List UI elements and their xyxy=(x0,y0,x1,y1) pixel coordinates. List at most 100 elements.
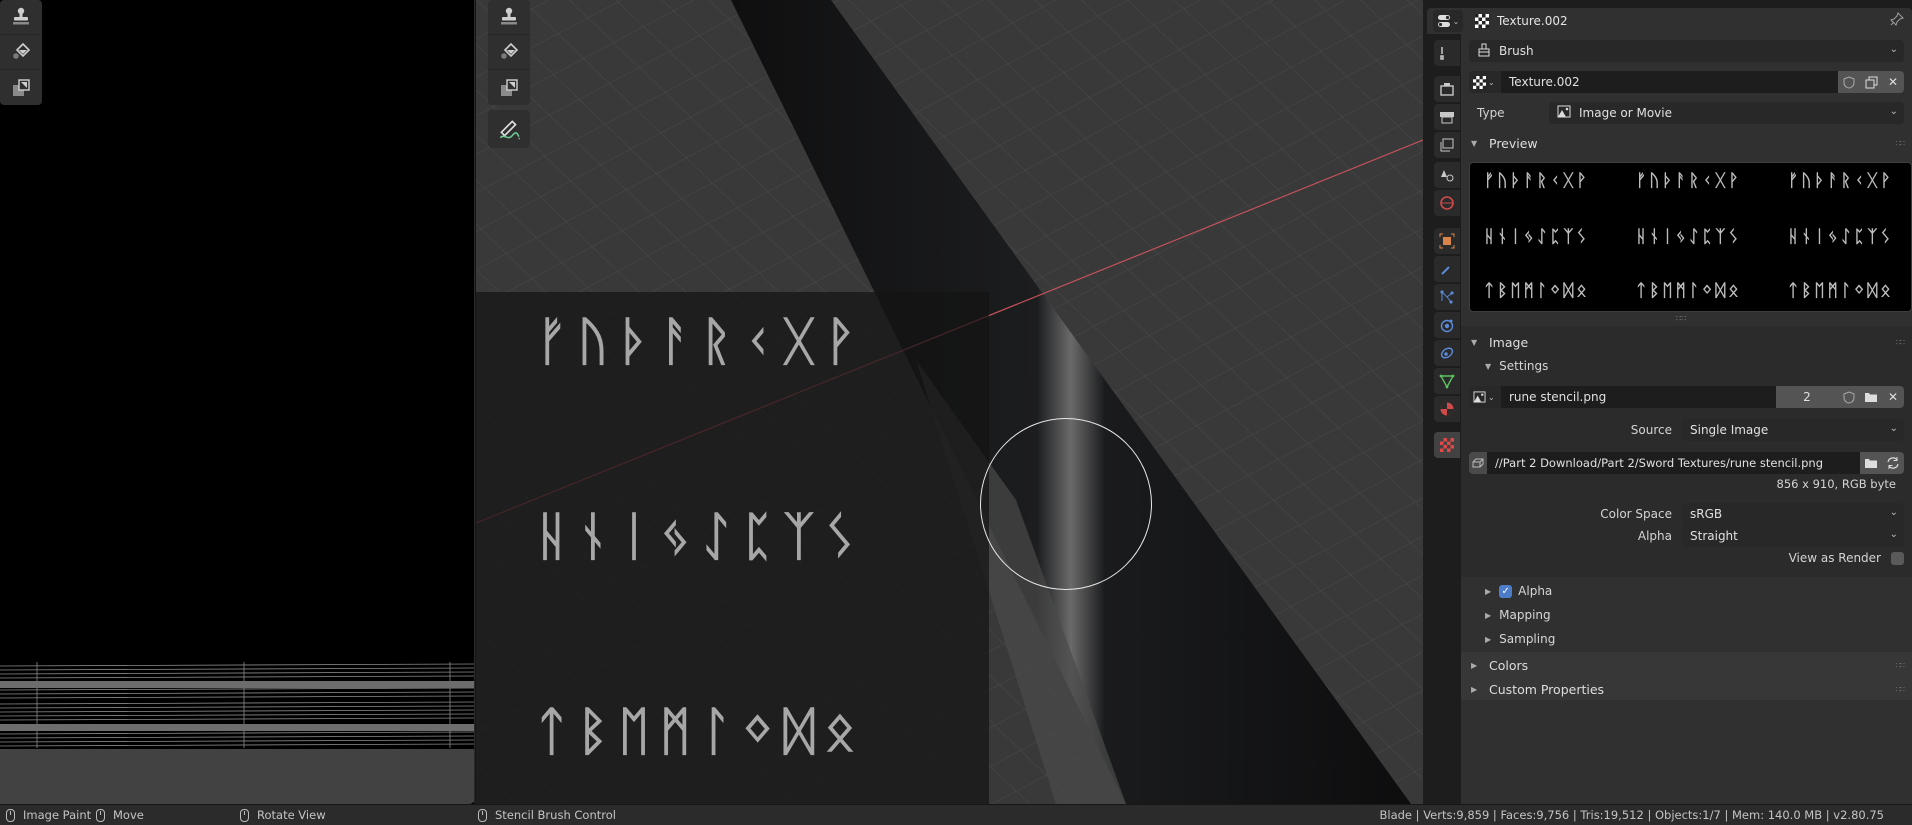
tab-particles[interactable] xyxy=(1434,284,1460,310)
tool-clone-stamp[interactable] xyxy=(0,0,42,35)
duplicate-texture-button[interactable] xyxy=(1860,71,1882,93)
preview-rune-row: ᚠᚢᚦᚨᚱᚲᚷᚹ xyxy=(1484,171,1590,191)
properties-content: Brush ⌄ ⌄ Texture.002 ✕ Type Image or Mo… xyxy=(1461,34,1912,804)
tab-modifiers[interactable] xyxy=(1434,256,1460,282)
drag-grip-icon[interactable]: ∷∷ xyxy=(1896,139,1905,148)
unlink-texture-button[interactable]: ✕ xyxy=(1882,71,1904,93)
alpha-mode-label: Alpha xyxy=(1637,529,1672,543)
alpha-subpanel-header[interactable]: ▶ ✓ Alpha xyxy=(1461,579,1912,603)
stamp-icon xyxy=(501,7,517,25)
brush-context-dropdown[interactable]: Brush ⌄ xyxy=(1469,40,1904,62)
image-editor-toolshelf xyxy=(0,0,42,105)
tab-object[interactable] xyxy=(1434,228,1460,254)
sampling-subpanel-header[interactable]: ▶ Sampling xyxy=(1461,627,1912,651)
tab-constraints[interactable] xyxy=(1434,340,1460,366)
properties-header: ⌄ Texture.002 xyxy=(1427,8,1912,34)
render-icon xyxy=(1440,83,1454,96)
custom-properties-panel-header[interactable]: ▶ Custom Properties ∷∷ xyxy=(1461,677,1912,701)
pin-icon[interactable] xyxy=(1889,11,1905,29)
brush-cursor-circle xyxy=(980,418,1152,590)
paint-bucket-icon xyxy=(13,42,31,59)
alpha-subpanel-title: Alpha xyxy=(1518,584,1553,598)
tab-tool[interactable] xyxy=(1434,40,1460,66)
tab-physics[interactable] xyxy=(1434,312,1460,338)
texture-name-input[interactable]: Texture.002 xyxy=(1501,71,1838,93)
status-hint-label: Stencil Brush Control xyxy=(495,808,616,822)
editor-type-button[interactable]: ⌄ xyxy=(1433,10,1463,32)
source-dropdown[interactable]: Single Image ⌄ xyxy=(1682,419,1904,441)
drag-grip-icon[interactable]: ∷∷ xyxy=(1896,661,1905,670)
image-panel-header[interactable]: ▼ Image ∷∷ xyxy=(1461,330,1912,354)
annotate-pencil-icon xyxy=(499,120,520,140)
tool-mask[interactable] xyxy=(488,70,530,105)
open-image-button[interactable] xyxy=(1860,386,1882,408)
pack-image-button[interactable] xyxy=(1469,452,1487,474)
tab-render[interactable] xyxy=(1434,76,1460,102)
collapsed-triangle-icon: ▶ xyxy=(1485,586,1492,596)
unlink-image-button[interactable]: ✕ xyxy=(1882,386,1904,408)
tool-fill[interactable] xyxy=(0,35,42,70)
drag-grip-icon[interactable]: ∷∷ xyxy=(1896,338,1905,347)
preview-rune-row: ᚺᚾᛁᛃᛇᛈᛉᛊ xyxy=(1788,227,1894,247)
image-icon xyxy=(1557,105,1571,121)
sampling-subpanel-title: Sampling xyxy=(1499,632,1556,646)
stencil-rune-row: ᚠᚢᚦᚨᚱᚲᚷᚹ xyxy=(536,312,866,372)
stencil-overlay[interactable]: ᚠᚢᚦᚨᚱᚲᚷᚹ ᚺᚾᛁᛃᛇᛈᛉᛊ ᛏᛒᛖᛗᛚᛜᛞᛟ xyxy=(476,292,989,804)
fake-user-button[interactable] xyxy=(1838,386,1860,408)
colors-panel-header[interactable]: ▶ Colors ∷∷ xyxy=(1461,653,1912,677)
tool-annotate[interactable] xyxy=(488,110,530,148)
expanded-triangle-icon: ▼ xyxy=(1485,361,1492,371)
viewport-toolshelf xyxy=(488,0,530,105)
chevron-down-icon: ⌄ xyxy=(1889,44,1898,55)
alpha-checkbox-checked[interactable]: ✓ xyxy=(1499,584,1513,598)
fake-user-button[interactable] xyxy=(1838,71,1860,93)
stencil-rune-row: ᚺᚾᛁᛃᛇᛈᛉᛊ xyxy=(536,507,866,567)
tool-fill[interactable] xyxy=(488,35,530,70)
image-browse-button[interactable]: ⌄ xyxy=(1469,386,1501,408)
view-as-render-checkbox[interactable] xyxy=(1891,551,1904,565)
mouse-middle-icon xyxy=(240,808,249,822)
collapsed-triangle-icon: ▶ xyxy=(1471,660,1478,670)
status-hint-image-paint: Image Paint xyxy=(6,807,91,823)
tab-material[interactable] xyxy=(1434,396,1460,422)
alpha-mode-dropdown[interactable]: Straight ⌄ xyxy=(1682,525,1904,547)
tab-world[interactable] xyxy=(1434,190,1460,216)
reload-icon xyxy=(1887,457,1899,469)
tab-scene[interactable] xyxy=(1434,162,1460,188)
folder-icon xyxy=(1865,459,1877,468)
status-hint-move: Move xyxy=(96,807,144,823)
preview-resize-grip[interactable]: ∷∷ xyxy=(1676,314,1686,323)
browse-file-button[interactable] xyxy=(1860,452,1882,474)
chevron-down-icon: ⌄ xyxy=(1488,392,1495,402)
tool-clone-stamp[interactable] xyxy=(488,0,530,35)
texture-browse-button[interactable]: ⌄ xyxy=(1469,71,1501,93)
tab-view-layer[interactable] xyxy=(1434,132,1460,158)
image-name-input[interactable]: rune stencil.png xyxy=(1501,386,1776,408)
collapsed-triangle-icon: ▶ xyxy=(1485,610,1492,620)
filepath-input[interactable]: //Part 2 Download/Part 2/Sword Textures/… xyxy=(1487,452,1860,474)
tool-mask[interactable] xyxy=(0,70,42,105)
stamp-icon xyxy=(13,7,29,25)
tab-output[interactable] xyxy=(1434,104,1460,130)
image-editor[interactable] xyxy=(0,0,475,804)
modifiers-icon xyxy=(1441,266,1450,275)
brush-icon xyxy=(1477,43,1491,60)
settings-subpanel-header[interactable]: ▼ Settings xyxy=(1461,354,1912,378)
color-space-dropdown[interactable]: sRGB ⌄ xyxy=(1682,503,1904,525)
tab-texture[interactable] xyxy=(1434,432,1460,458)
reload-image-button[interactable] xyxy=(1882,452,1904,474)
mask-icon xyxy=(501,78,518,96)
source-label: Source xyxy=(1630,423,1672,437)
preview-panel-header[interactable]: ▼ Preview ∷∷ xyxy=(1461,131,1912,155)
3d-viewport[interactable]: ᚠᚢᚦᚨᚱᚲᚷᚹ ᚺᚾᛁᛃᛇᛈᛉᛊ ᛏᛒᛖᛗᛚᛜᛞᛟ xyxy=(476,0,1423,804)
mapping-subpanel-header[interactable]: ▶ Mapping xyxy=(1461,603,1912,627)
drag-grip-icon[interactable]: ∷∷ xyxy=(1896,685,1905,694)
texture-type-dropdown[interactable]: Image or Movie ⌄ xyxy=(1549,102,1904,124)
package-icon xyxy=(1472,458,1484,468)
tab-object-data[interactable] xyxy=(1434,368,1460,394)
preview-rune-row: ᚠᚢᚦᚨᚱᚲᚷᚹ xyxy=(1788,171,1894,191)
texture-checker-icon xyxy=(1475,14,1489,28)
duplicate-icon xyxy=(1865,76,1877,88)
image-users-count[interactable]: 2 xyxy=(1776,386,1838,408)
colors-panel-title: Colors xyxy=(1489,657,1529,673)
